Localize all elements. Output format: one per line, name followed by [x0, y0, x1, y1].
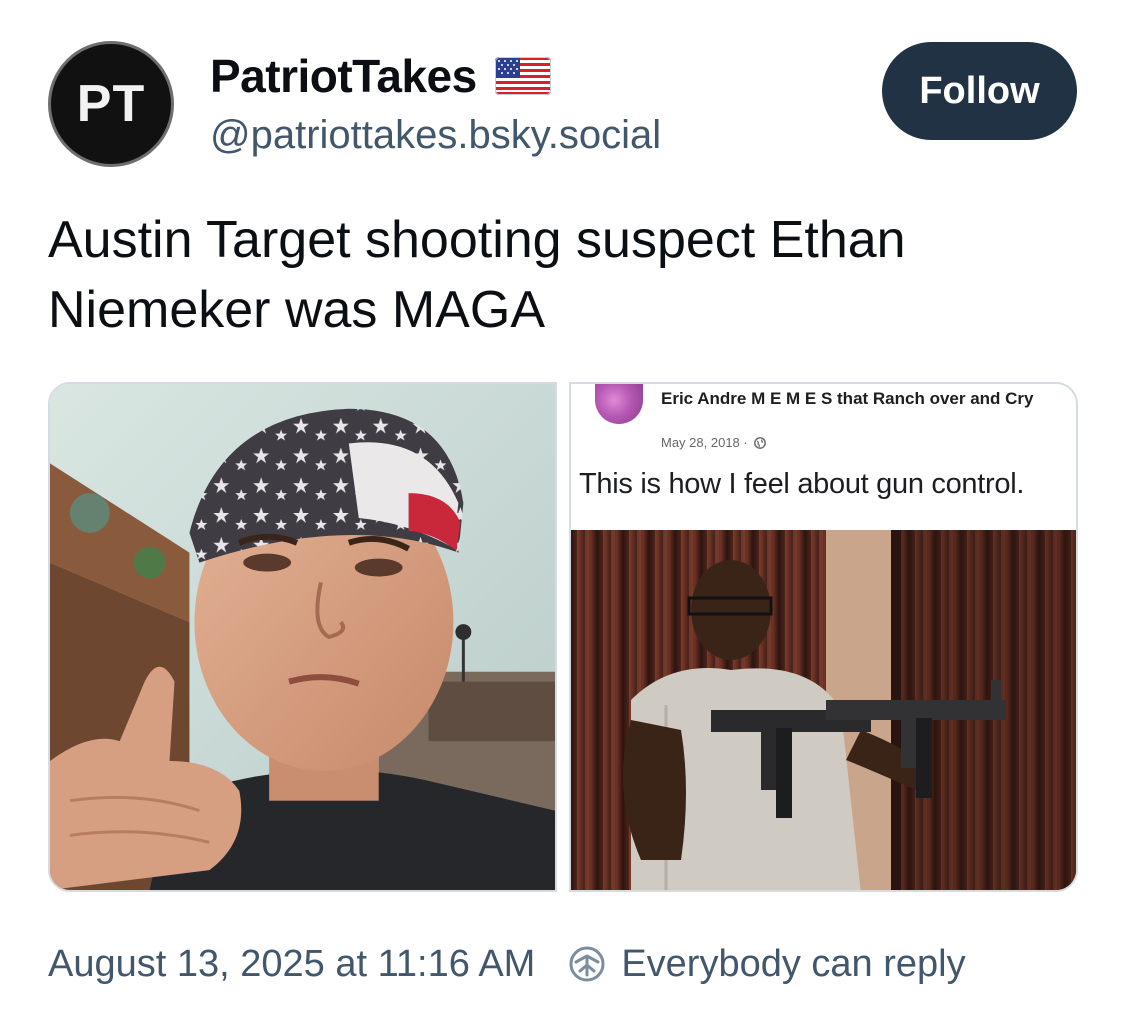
- post-timestamp[interactable]: August 13, 2025 at 11:16 AM: [48, 943, 535, 986]
- author-name-row: PatriotTakes: [210, 48, 551, 104]
- post-footer: August 13, 2025 at 11:16 AM Everybody ca…: [48, 938, 966, 990]
- avatar-initials: PT: [76, 75, 146, 133]
- reply-setting[interactable]: Everybody can reply: [567, 942, 966, 986]
- fb-post-header: Eric Andre M E M E S that Ranch over and…: [571, 384, 1076, 530]
- meme-photo: [571, 530, 1076, 890]
- fb-page-name: Eric Andre M E M E S that Ranch over and…: [661, 389, 1034, 408]
- follow-button[interactable]: Follow: [882, 42, 1077, 140]
- fb-page-avatar: [595, 384, 643, 424]
- selfie-photo: [50, 384, 555, 890]
- author-handle[interactable]: @patriottakes.bsky.social: [210, 113, 661, 158]
- reply-setting-icon: [569, 946, 605, 982]
- fb-post-meta: May 28, 2018 ·: [661, 435, 766, 450]
- post-image-meme[interactable]: Eric Andre M E M E S that Ranch over and…: [569, 382, 1078, 892]
- avatar[interactable]: PT: [48, 41, 174, 167]
- post-image-grid: Eric Andre M E M E S that Ranch over and…: [48, 382, 1078, 892]
- fb-post-date: May 28, 2018 ·: [661, 435, 748, 450]
- globe-icon: [753, 436, 766, 449]
- us-flag-icon: [494, 57, 551, 95]
- display-name[interactable]: PatriotTakes: [210, 49, 477, 103]
- fb-post-caption: This is how I feel about gun control.: [579, 468, 1025, 500]
- post-image-selfie[interactable]: [48, 382, 557, 892]
- post-text: Austin Target shooting suspect Ethan Nie…: [48, 211, 906, 339]
- reply-setting-label: Everybody can reply: [621, 942, 966, 985]
